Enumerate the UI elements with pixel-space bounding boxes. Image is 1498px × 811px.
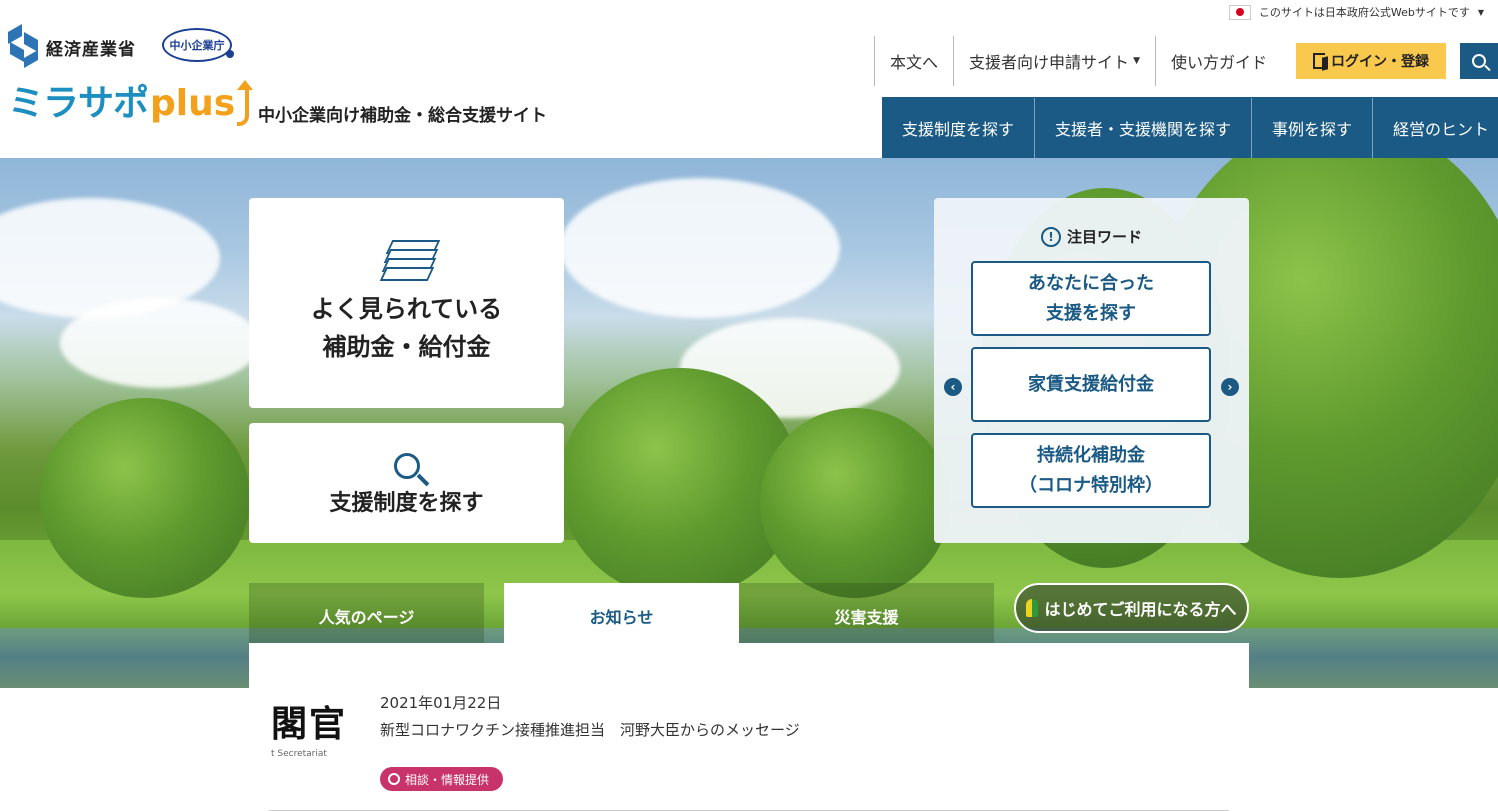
meti-mark-icon bbox=[8, 23, 40, 69]
paperclip-icon bbox=[388, 773, 400, 785]
site-tagline: 中小企業向け補助金・総合支援サイト bbox=[258, 106, 547, 126]
tree-decoration bbox=[760, 408, 950, 598]
meti-name: 経済産業省 bbox=[46, 39, 136, 60]
meti-logo[interactable]: 経済産業省 bbox=[8, 23, 136, 69]
nav-find-supporters[interactable]: 支援者・支援機関を探す bbox=[1035, 97, 1253, 158]
search-button[interactable] bbox=[1460, 43, 1498, 79]
tab-popular-pages[interactable]: 人気のページ bbox=[249, 583, 484, 643]
money-stack-icon bbox=[379, 240, 440, 281]
thumbnail-kanji: 閣官 bbox=[271, 703, 348, 745]
tab-disaster-support[interactable]: 災害支援 bbox=[739, 583, 994, 643]
login-label: ログイン・登録 bbox=[1331, 54, 1429, 70]
search-card-title: 支援制度を探す bbox=[329, 491, 484, 516]
carousel-next-button[interactable]: › bbox=[1221, 378, 1239, 396]
search-icon bbox=[393, 453, 420, 479]
focus-word-find-support[interactable]: あなたに合った 支援を探す bbox=[971, 261, 1211, 336]
mirasapo-plus-logo[interactable]: ミラサポ plus bbox=[8, 80, 254, 126]
guide-label: 使い方ガイド bbox=[1170, 53, 1267, 72]
tab-news[interactable]: お知らせ bbox=[504, 583, 739, 643]
focus-word-rent-support[interactable]: 家賃支援給付金 bbox=[971, 347, 1211, 422]
popular-card-line2: 補助金・給付金 bbox=[322, 333, 491, 361]
popular-subsidies-card[interactable]: よく見られている 補助金・給付金 bbox=[249, 198, 564, 408]
search-support-card[interactable]: 支援制度を探す bbox=[249, 423, 564, 543]
thumbnail-subtext: t Secretariat bbox=[271, 749, 327, 759]
brand-arrow-icon bbox=[237, 80, 254, 126]
supporter-site-label: 支援者向け申請サイト bbox=[969, 53, 1130, 72]
news-title-link[interactable]: 新型コロナワクチン接種推進担当 河野大臣からのメッセージ bbox=[380, 719, 800, 740]
sme-agency-logo[interactable]: 中小企業庁 bbox=[162, 28, 234, 62]
brand-name: ミラサポ bbox=[8, 83, 149, 124]
beginner-mark-icon bbox=[1026, 599, 1039, 617]
cloud-decoration bbox=[60, 298, 260, 388]
login-door-icon bbox=[1313, 53, 1325, 69]
caret-down-icon: ▼ bbox=[1477, 7, 1484, 17]
focus-heading-label: 注目ワード bbox=[1066, 228, 1142, 246]
beginner-label: はじめてご利用になる方へ bbox=[1044, 600, 1237, 619]
nav-find-support[interactable]: 支援制度を探す bbox=[882, 97, 1036, 158]
utility-nav: 本文へ 支援者向け申請サイト ▼ 使い方ガイド ログイン・登録 bbox=[874, 36, 1498, 86]
news-date: 2021年01月22日 bbox=[380, 694, 502, 712]
news-panel: 閣官 t Secretariat 2021年01月22日 新型コロナワクチン接種… bbox=[249, 643, 1249, 811]
news-category-tag[interactable]: 相談・情報提供 bbox=[380, 767, 504, 791]
focus-word-sustainability-subsidy[interactable]: 持続化補助金 （コロナ特別枠） bbox=[971, 433, 1211, 508]
japan-flag-icon bbox=[1228, 4, 1251, 20]
tree-decoration bbox=[40, 398, 250, 598]
nav-business-hints[interactable]: 経営のヒント bbox=[1373, 98, 1498, 158]
site-header: このサイトは日本政府公式Webサイトです ▼ 経済産業省 中小企業庁 ミラサポ … bbox=[0, 0, 1498, 158]
main-nav: 支援制度を探す 支援者・支援機関を探す 事例を探す 経営のヒント bbox=[882, 97, 1498, 158]
focus-words-panel: ! 注目ワード ‹ あなたに合った 支援を探す 家賃支援給付金 持続化補助金 （… bbox=[934, 198, 1249, 543]
popular-card-line1: よく見られている bbox=[310, 295, 503, 323]
nav-find-cases[interactable]: 事例を探す bbox=[1252, 97, 1374, 158]
skip-label: 本文へ bbox=[890, 53, 939, 72]
hero-section: よく見られている 補助金・給付金 支援制度を探す ! 注目ワード ‹ あなたに合… bbox=[0, 158, 1498, 688]
usage-guide-link[interactable]: 使い方ガイド bbox=[1154, 36, 1282, 86]
skip-to-content-link[interactable]: 本文へ bbox=[874, 36, 953, 86]
news-tag-label: 相談・情報提供 bbox=[405, 772, 490, 787]
carousel-prev-button[interactable]: ‹ bbox=[944, 378, 962, 396]
search-icon bbox=[1472, 54, 1486, 68]
content-tabs: 人気のページ お知らせ 災害支援 はじめてご利用になる方へ bbox=[249, 583, 1249, 643]
gov-notice-text: このサイトは日本政府公式Webサイトです bbox=[1258, 6, 1470, 19]
exclamation-icon: ! bbox=[1040, 226, 1061, 247]
news-thumbnail: 閣官 t Secretariat bbox=[271, 695, 361, 765]
login-register-button[interactable]: ログイン・登録 bbox=[1296, 43, 1446, 79]
first-time-users-button[interactable]: はじめてご利用になる方へ bbox=[1014, 583, 1249, 633]
supporter-site-dropdown[interactable]: 支援者向け申請サイト ▼ bbox=[953, 36, 1155, 86]
brand-plus: plus bbox=[150, 83, 236, 124]
focus-words-heading: ! 注目ワード bbox=[934, 226, 1249, 247]
popular-card-title: よく見られている 補助金・給付金 bbox=[311, 290, 502, 366]
chevron-down-icon: ▼ bbox=[1133, 56, 1140, 66]
gov-official-notice[interactable]: このサイトは日本政府公式Webサイトです ▼ bbox=[1228, 4, 1484, 20]
cloud-decoration bbox=[560, 178, 840, 318]
